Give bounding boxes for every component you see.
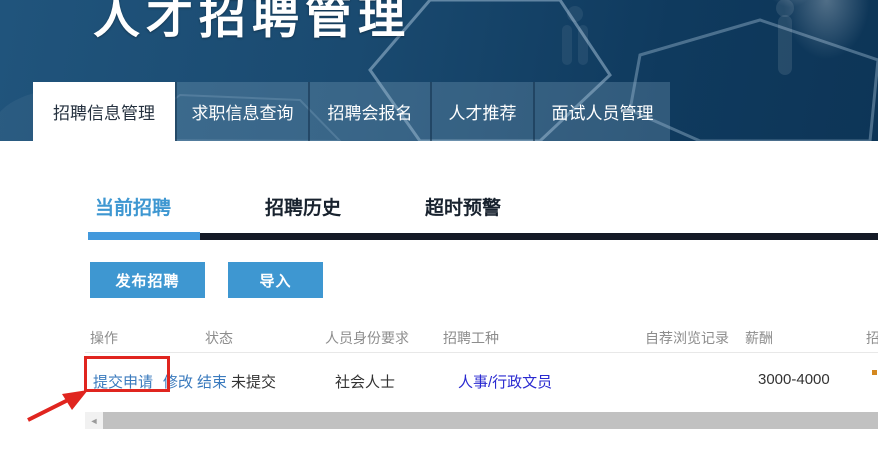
column-header-salary: 薪酬	[745, 328, 773, 348]
column-header-action: 操作	[90, 328, 118, 348]
modify-link[interactable]: 修改	[163, 371, 193, 392]
import-button[interactable]: 导入	[228, 262, 323, 298]
subtab-overtime-warning[interactable]: 超时预警	[425, 193, 501, 220]
submit-application-link[interactable]: 提交申请	[93, 371, 153, 392]
column-header-identity-req: 人员身份要求	[325, 328, 409, 348]
tab-recruit-info-mgmt[interactable]: 招聘信息管理	[33, 82, 175, 141]
job-type-link[interactable]: 人事/行政文员	[458, 371, 552, 392]
tab-job-seeker-query[interactable]: 求职信息查询	[175, 82, 308, 141]
column-header-partial: 招	[866, 328, 878, 348]
main-tabbar: 招聘信息管理 求职信息查询 招聘会报名 人才推荐 面试人员管理	[33, 82, 670, 141]
subtab-current-recruitment[interactable]: 当前招聘	[95, 193, 171, 220]
publish-recruitment-button[interactable]: 发布招聘	[90, 262, 205, 298]
tab-talent-recommend[interactable]: 人才推荐	[430, 82, 533, 141]
subtab-recruitment-history[interactable]: 招聘历史	[265, 193, 341, 220]
subtab-underline	[200, 233, 878, 240]
horizontal-scrollbar[interactable]: ◄	[85, 412, 878, 429]
column-header-status: 状态	[205, 328, 233, 348]
column-header-job-type: 招聘工种	[443, 328, 499, 348]
subtab-active-underline	[88, 232, 200, 240]
tab-interviewee-mgmt[interactable]: 面试人员管理	[533, 82, 670, 141]
end-link[interactable]: 结束	[197, 371, 227, 392]
identity-cell: 社会人士	[335, 371, 395, 392]
status-cell: 未提交	[231, 371, 276, 392]
scrollbar-thumb[interactable]	[103, 412, 878, 429]
salary-cell: 3000-4000	[758, 371, 830, 388]
tab-job-fair-signup[interactable]: 招聘会报名	[308, 82, 430, 141]
scroll-left-button[interactable]: ◄	[85, 412, 103, 429]
page-title: 人才招聘管理	[93, 0, 411, 47]
column-header-view-record: 自荐浏览记录	[645, 328, 729, 348]
table-header-divider	[85, 352, 878, 353]
clipped-cell-fragment	[872, 370, 877, 375]
page-banner: 人才招聘管理 招聘信息管理 求职信息查询 招聘会报名 人才推荐 面试人员管理	[0, 0, 878, 141]
